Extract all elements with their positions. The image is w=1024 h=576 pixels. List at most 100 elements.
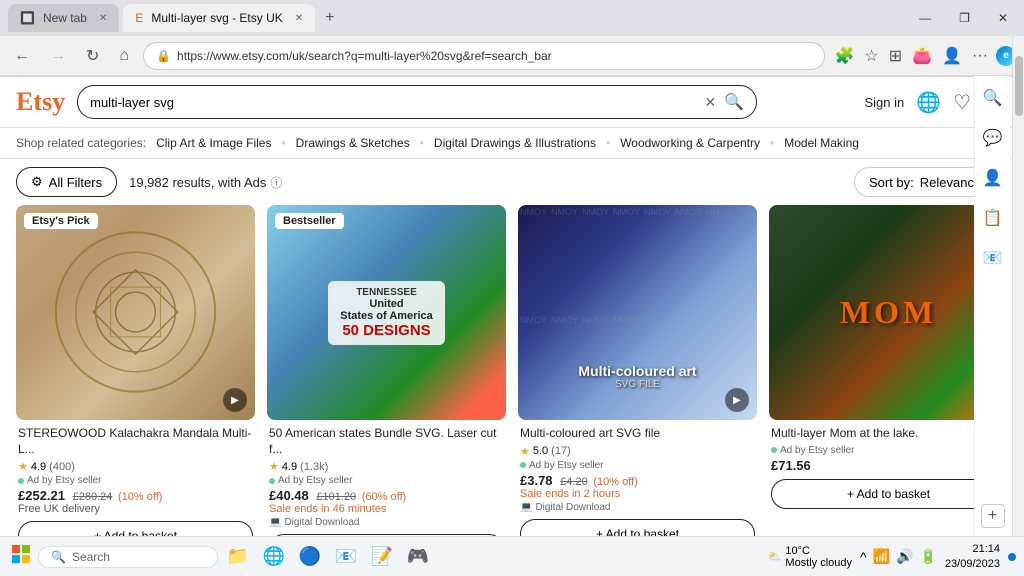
maximize-button[interactable]: ❐ — [951, 11, 978, 25]
portrait-overlay: Multi-coloured art SVG FILE — [518, 363, 757, 390]
refresh-button[interactable]: ↻ — [80, 44, 105, 68]
taskbar-word-icon[interactable]: 📝 — [366, 541, 398, 573]
taskbar-files-icon[interactable]: 📁 — [222, 541, 254, 573]
ad-label-2: Ad by Etsy seller — [278, 475, 352, 486]
favorites-icon[interactable]: ☆ — [862, 44, 880, 68]
add-btn-label-4: + Add to basket — [847, 487, 930, 501]
scrollbar-right[interactable] — [1012, 36, 1024, 536]
wishlist-icon[interactable]: ♡ — [953, 90, 971, 115]
stars-1: ★ — [18, 460, 28, 473]
lock-icon: 🔒 — [156, 49, 171, 63]
navigation-bar: ← → ↻ ⌂ 🔒 https://www.etsy.com/uk/search… — [0, 36, 1024, 76]
new-tab-button[interactable]: + — [319, 9, 340, 27]
product-title-2: 50 American states Bundle SVG. Laser cut… — [269, 426, 504, 457]
taskbar-search-icon: 🔍 — [51, 550, 66, 564]
ad-note-3: Ad by Etsy seller — [520, 460, 755, 471]
category-model-making[interactable]: Model Making — [780, 134, 863, 152]
product-rating-2: ★ 4.9 (1.3k) — [269, 460, 504, 473]
category-digital-drawings[interactable]: Digital Drawings & Illustrations — [430, 134, 600, 152]
sidebar-clipboard-icon[interactable]: 📋 — [979, 204, 1007, 232]
product-image-3[interactable]: NMOYNMOYNMOYNMOY NMOYNMOYNMOYNMOY NMOYNM… — [518, 205, 757, 420]
browser-wallet-icon[interactable]: 👛 — [910, 44, 934, 68]
usa-state: TENNESSEE — [340, 287, 433, 298]
speaker-icon[interactable]: 🔊 — [896, 548, 913, 565]
tab-close-2[interactable]: ✕ — [295, 13, 303, 24]
category-clip-art[interactable]: Clip Art & Image Files — [152, 134, 275, 152]
product-image-2[interactable]: Bestseller TENNESSEE United States of Am… — [267, 205, 506, 420]
add-to-basket-3[interactable]: + Add to basket — [520, 519, 755, 537]
add-to-basket-4[interactable]: + Add to basket — [771, 479, 1006, 509]
taskbar-edge-icon[interactable]: 🌐 — [258, 541, 290, 573]
price-original-1: £280.24 — [73, 491, 113, 503]
product-card-1[interactable]: Etsy's Pick ▶ STEREOWOOD Kalachakra Mand… — [16, 205, 255, 537]
collections-icon[interactable]: ⊞ — [887, 44, 904, 68]
sidebar-add-button[interactable]: + — [981, 504, 1005, 528]
taskbar-app-icon[interactable]: 🎮 — [402, 541, 434, 573]
forward-button[interactable]: → — [44, 45, 72, 67]
address-bar[interactable]: 🔒 https://www.etsy.com/uk/search?q=multi… — [143, 42, 824, 70]
chevron-up-icon[interactable]: ^ — [860, 549, 867, 565]
search-clear-icon[interactable]: ✕ — [704, 94, 716, 111]
results-count: 19,982 results, with Ads ⓘ — [129, 174, 282, 191]
product-info-3: Multi-coloured art SVG file ★ 5.0 (17) A… — [518, 420, 757, 537]
back-button[interactable]: ← — [8, 45, 36, 67]
language-icon[interactable]: 🌐 — [916, 90, 941, 115]
taskbar-outlook-icon[interactable]: 📧 — [330, 541, 362, 573]
price-row-1: £252.21 £280.24 (10% off) — [18, 488, 253, 503]
stars-3: ★ — [520, 445, 530, 458]
taskbar-search-bar[interactable]: 🔍 Search — [38, 546, 218, 568]
video-indicator-3: ▶ — [725, 388, 749, 412]
sidebar-chat-icon[interactable]: 💬 — [979, 124, 1007, 152]
notification-dot[interactable] — [1008, 553, 1016, 561]
price-original-2: £101.20 — [316, 491, 356, 503]
extensions-icon[interactable]: 🧩 — [833, 44, 857, 68]
product-rating-3: ★ 5.0 (17) — [520, 445, 755, 458]
lake-text: MOM — [840, 294, 937, 331]
results-bar: ⚙ All Filters 19,982 results, with Ads ⓘ… — [0, 159, 1024, 205]
add-to-basket-1[interactable]: + Add to basket — [18, 521, 253, 537]
delivery-1: Free UK delivery — [18, 503, 253, 515]
home-button[interactable]: ⌂ — [113, 45, 135, 67]
minimize-button[interactable]: — — [911, 11, 939, 25]
product-card-2[interactable]: Bestseller TENNESSEE United States of Am… — [267, 205, 506, 537]
price-original-3: £4.20 — [560, 476, 588, 488]
sign-in-link[interactable]: Sign in — [865, 95, 905, 110]
close-button[interactable]: ✕ — [990, 11, 1016, 25]
price-discount-3: (10% off) — [593, 476, 637, 488]
network-icon[interactable]: 📶 — [873, 548, 890, 565]
clock-date: 23/09/2023 — [945, 557, 1000, 571]
system-clock[interactable]: 21:14 23/09/2023 — [945, 542, 1000, 571]
system-tray: ^ 📶 🔊 🔋 — [860, 548, 937, 565]
sidebar-user-icon[interactable]: 👤 — [979, 164, 1007, 192]
taskbar-chrome-icon[interactable]: 🔵 — [294, 541, 326, 573]
search-button-icon[interactable]: 🔍 — [724, 92, 744, 112]
clock-time: 21:14 — [945, 542, 1000, 556]
start-button[interactable] — [8, 541, 34, 572]
ad-dot-1 — [18, 478, 24, 484]
ads-info-icon[interactable]: ⓘ — [270, 174, 282, 191]
category-drawings[interactable]: Drawings & Sketches — [292, 134, 414, 152]
etsy-logo[interactable]: Etsy — [16, 87, 65, 117]
stars-2: ★ — [269, 460, 279, 473]
battery-icon[interactable]: 🔋 — [920, 548, 937, 565]
search-input[interactable] — [90, 95, 696, 110]
profile-icon[interactable]: 👤 — [940, 44, 964, 68]
digital-badge-3: 💻 Digital Download — [520, 502, 755, 513]
tab-etsy[interactable]: E Multi-layer svg - Etsy UK ✕ — [123, 4, 315, 32]
search-bar[interactable]: ✕ 🔍 — [77, 85, 757, 119]
tab-new-tab[interactable]: 🔲 New tab ✕ — [8, 4, 119, 32]
product-image-4[interactable]: MOM — [769, 205, 1008, 420]
product-card-3[interactable]: NMOYNMOYNMOYNMOY NMOYNMOYNMOYNMOY NMOYNM… — [518, 205, 757, 537]
tab-close-1[interactable]: ✕ — [99, 13, 107, 24]
scroll-thumb[interactable] — [1015, 56, 1023, 116]
product-card-4[interactable]: MOM Multi-layer Mom at the lake. Ad by E… — [769, 205, 1008, 537]
sidebar-search-icon[interactable]: 🔍 — [979, 84, 1007, 112]
usa-overlay: TENNESSEE United States of America 50 DE… — [267, 205, 506, 420]
category-woodworking[interactable]: Woodworking & Carpentry — [616, 134, 764, 152]
product-image-1[interactable]: Etsy's Pick ▶ — [16, 205, 255, 420]
price-row-2: £40.48 £101.20 (60% off) — [269, 488, 504, 503]
more-icon[interactable]: ··· — [970, 45, 990, 67]
sidebar-outlook-icon[interactable]: 📧 — [979, 244, 1007, 272]
ad-dot-2 — [269, 478, 275, 484]
filter-button[interactable]: ⚙ All Filters — [16, 167, 117, 197]
